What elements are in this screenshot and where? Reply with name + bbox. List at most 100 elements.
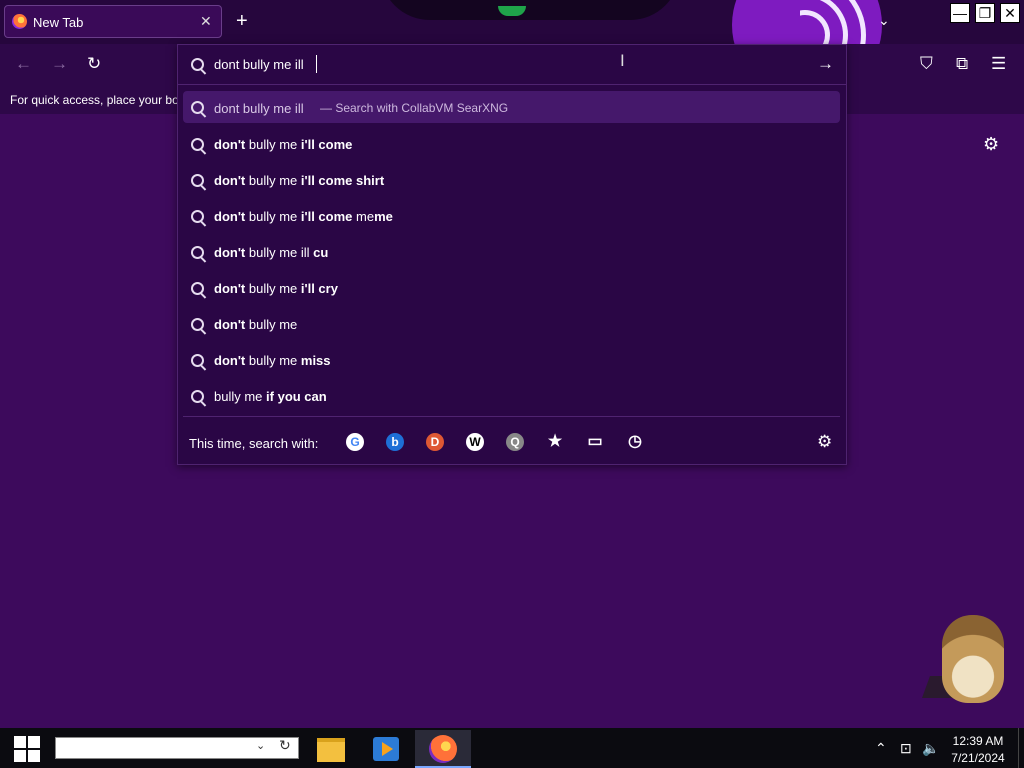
search-icon — [191, 390, 204, 403]
suggestion-fragment: me — [374, 209, 393, 224]
media-player-icon[interactable] — [358, 730, 414, 768]
suggestion-fragment: i'll come — [300, 137, 353, 152]
new-tab-button[interactable]: + — [236, 11, 248, 31]
suggestion-fragment: bully me ill — [245, 245, 314, 260]
suggestion-item[interactable]: don't bully me i'll come meme — [183, 200, 840, 232]
suggestion-text: don't bully me i'll come — [214, 137, 352, 152]
forward-arrow-icon[interactable]: → — [51, 54, 68, 74]
suggestion-item[interactable]: don't bully me — [183, 308, 840, 340]
suggestion-fragment: bully me — [245, 137, 301, 152]
search-icon — [191, 138, 204, 151]
restore-button[interactable]: ❐ — [975, 3, 995, 23]
suggestion-fragment: don't — [214, 209, 246, 224]
minimize-button[interactable]: — — [950, 3, 970, 23]
show-desktop-button[interactable] — [1018, 728, 1024, 768]
searxng-icon[interactable]: Q — [506, 433, 524, 451]
divider — [183, 416, 840, 417]
go-arrow-icon[interactable]: → — [817, 54, 834, 74]
suggestion-item[interactable]: don't bully me i'll come shirt — [183, 164, 840, 196]
close-tab-icon[interactable]: ✕ — [200, 13, 212, 30]
wifi-arcs-decoration — [800, 0, 880, 44]
search-icon — [191, 210, 204, 223]
bookmarks-icon[interactable]: ★ — [546, 433, 564, 451]
search-icon — [191, 101, 204, 114]
google-icon[interactable]: G — [346, 433, 364, 451]
suggestion-text: bully me if you can — [214, 389, 327, 404]
suggestion-fragment: don't — [214, 281, 246, 296]
suggestion-item[interactable]: don't bully me i'll come — [183, 128, 840, 160]
suggestion-fragment: don't — [214, 173, 246, 188]
wikipedia-icon[interactable]: W — [466, 433, 484, 451]
network-icon[interactable]: ⊡ — [900, 740, 912, 757]
history-icon[interactable]: ◷ — [626, 433, 644, 451]
duckduckgo-icon[interactable]: D — [426, 433, 444, 451]
suggestion-fragment: i'll cry — [300, 281, 338, 296]
suggestion-fragment: if you can — [266, 389, 327, 404]
hamster-mascot — [942, 615, 1004, 703]
suggestion-item[interactable]: don't bully me miss — [183, 344, 840, 376]
suggestion-fragment: i'll come — [300, 209, 353, 224]
suggestion-fragment: i'll come shirt — [300, 173, 385, 188]
menu-icon[interactable]: ☰ — [991, 54, 1006, 74]
chevron-down-icon[interactable]: ⌄ — [878, 12, 890, 29]
suggestion-item[interactable]: don't bully me ill cu — [183, 236, 840, 268]
reload-icon[interactable]: ↻ — [87, 54, 101, 74]
suggestion-item[interactable]: don't bully me i'll cry — [183, 272, 840, 304]
suggestion-fragment: don't — [214, 317, 246, 332]
bing-icon[interactable]: b — [386, 433, 404, 451]
suggestion-fragment: cu — [313, 245, 329, 260]
search-icon — [191, 246, 204, 259]
suggestion-fragment: bully me — [245, 317, 298, 332]
suggestion-fragment: don't — [214, 353, 246, 368]
suggestion-item[interactable]: bully me if you can — [183, 380, 840, 412]
suggestion-text: don't bully me — [214, 317, 297, 332]
search-icon — [191, 174, 204, 187]
settings-icon[interactable]: ⚙ — [983, 134, 999, 155]
suggestion-fragment: miss — [300, 353, 331, 368]
tab-title: New Tab — [33, 15, 84, 30]
search-icon — [191, 354, 204, 367]
windows-start-icon[interactable] — [14, 736, 40, 762]
mouse-cursor: I — [620, 51, 625, 70]
clock[interactable]: 12:39 AM 7/21/2024 — [948, 733, 1008, 767]
search-icon — [191, 282, 204, 295]
suggestion-text: don't bully me i'll come meme — [214, 209, 393, 224]
back-arrow-icon[interactable]: ← — [15, 54, 32, 74]
suggestion-fragment: don't — [214, 137, 246, 152]
url-input[interactable]: dont bully me ill — [214, 57, 304, 72]
suggestion-heuristic-text: dont bully me ill — [214, 101, 304, 116]
search-icon — [191, 58, 204, 71]
suggestion-heuristic-action: — Search with CollabVM SearXNG — [320, 101, 509, 115]
clock-date: 7/21/2024 — [951, 751, 1005, 765]
close-window-button[interactable]: ✕ — [1000, 3, 1020, 23]
tab-new-tab[interactable]: New Tab ✕ — [4, 5, 222, 38]
one-off-label: This time, search with: — [189, 436, 319, 451]
suggestion-fragment: bully me — [245, 353, 301, 368]
suggestion-fragment: bully me — [245, 209, 301, 224]
clock-time: 12:39 AM — [952, 734, 1004, 748]
suggestion-fragment: bully me — [214, 389, 267, 404]
extensions-icon[interactable]: ⧉ — [956, 54, 968, 74]
suggestion-fragment: bully me — [245, 281, 301, 296]
pocket-icon[interactable]: ⛉ — [920, 54, 933, 74]
firefox-taskbar-button[interactable] — [415, 730, 471, 768]
suggestion-fragment: don't — [214, 245, 246, 260]
search-icon — [191, 318, 204, 331]
tabs-icon[interactable]: ▭ — [586, 433, 604, 451]
suggestion-text: don't bully me miss — [214, 353, 331, 368]
suggestion-fragment: bully me — [245, 173, 301, 188]
file-explorer-icon[interactable] — [303, 730, 359, 768]
text-caret — [316, 55, 317, 73]
suggestion-fragment: me — [352, 209, 375, 224]
theme-decoration — [380, 0, 680, 20]
suggestion-text: don't bully me ill cu — [214, 245, 328, 260]
suggestion-text: don't bully me i'll come shirt — [214, 173, 384, 188]
chevron-up-icon[interactable]: ⌃ — [875, 740, 887, 757]
chevron-down-icon[interactable]: ⌄ — [256, 739, 265, 752]
search-settings-icon[interactable]: ⚙ — [817, 432, 832, 452]
divider — [178, 84, 846, 85]
suggestion-text: don't bully me i'll cry — [214, 281, 338, 296]
volume-muted-icon[interactable]: 🔈 — [922, 740, 939, 757]
refresh-icon[interactable]: ↻ — [279, 737, 291, 754]
bookmarks-hint: For quick access, place your bookmarks h… — [10, 93, 178, 107]
